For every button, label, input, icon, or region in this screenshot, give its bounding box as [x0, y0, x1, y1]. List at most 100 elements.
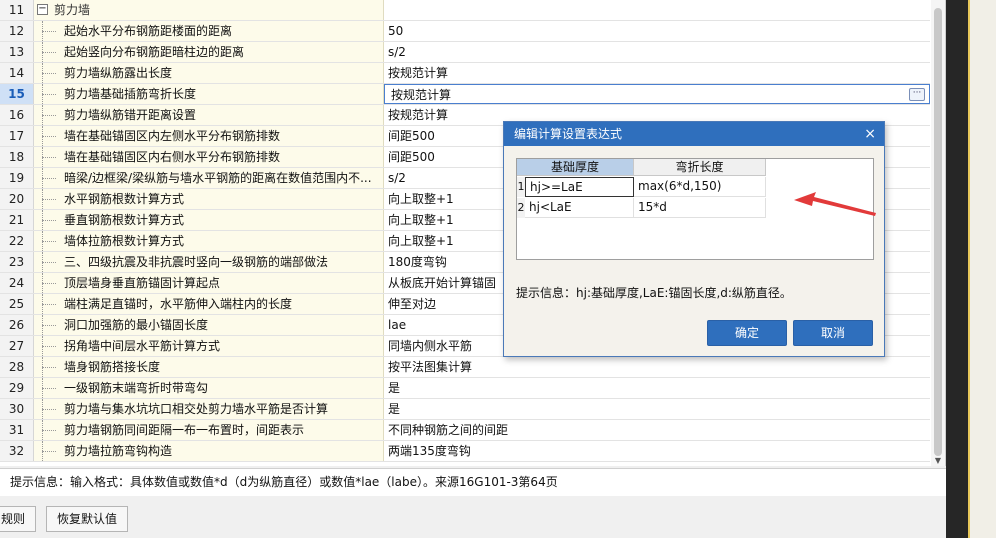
bend-cell[interactable]: 15*d	[634, 198, 766, 218]
setting-value-cell[interactable]: 按规范计算	[384, 63, 930, 83]
setting-value: lae	[388, 318, 407, 332]
setting-name: 三、四级抗震及非抗震时竖向一级钢筋的端部做法	[64, 255, 329, 269]
setting-name-cell: 剪力墙纵筋露出长度	[34, 63, 384, 83]
bend-cell[interactable]: max(6*d,150)	[634, 177, 766, 197]
setting-value: s/2	[388, 45, 406, 59]
tree-line	[42, 115, 56, 116]
dialog-title: 编辑计算设置表达式	[514, 127, 623, 141]
tree-line	[42, 409, 56, 410]
table-row[interactable]: 28 墙身钢筋搭接长度 按平法图集计算	[0, 357, 930, 378]
setting-name: 水平钢筋根数计算方式	[64, 192, 185, 206]
setting-name-cell: 一级钢筋末端弯折时带弯勾	[34, 378, 384, 398]
row-number: 12	[0, 21, 34, 41]
restore-default-button[interactable]: 恢复默认值	[46, 506, 129, 532]
setting-value-cell[interactable]: 是	[384, 399, 930, 419]
setting-name-cell: 顶层墙身垂直筋锚固计算起点	[34, 273, 384, 293]
ok-button[interactable]: 确定	[707, 320, 787, 346]
setting-value: 按规范计算	[388, 108, 449, 122]
right-dark-strip	[946, 0, 970, 538]
setting-name-cell: 墙体拉筋根数计算方式	[34, 231, 384, 251]
table-row[interactable]: 12 起始水平分布钢筋距楼面的距离 50	[0, 21, 930, 42]
row-number: 16	[0, 105, 34, 125]
setting-value-cell[interactable]: s/2	[384, 42, 930, 62]
setting-name: 剪力墙基础插筋弯折长度	[64, 87, 197, 101]
tree-line	[42, 178, 56, 179]
ellipsis-icon[interactable]: ···	[909, 88, 925, 101]
setting-name: 一级钢筋末端弯折时带弯勾	[64, 381, 209, 395]
table-row[interactable]: 31 剪力墙钢筋同间距隔一布一布置时，间距表示 不同种钢筋之间的间距	[0, 420, 930, 441]
column-header-bend[interactable]: 弯折长度	[634, 159, 766, 176]
setting-name-cell: 墙在基础锚固区内右侧水平分布钢筋排数	[34, 147, 384, 167]
row-number: 14	[0, 63, 34, 83]
setting-name-cell: 起始水平分布钢筋距楼面的距离	[34, 21, 384, 41]
setting-name-cell: 剪力墙基础插筋弯折长度	[34, 84, 384, 104]
thickness-cell[interactable]: hj<LaE	[525, 198, 634, 218]
setting-value-cell[interactable]: 两端135度弯钩	[384, 441, 930, 461]
close-icon[interactable]: ×	[864, 122, 876, 146]
setting-value: 按规范计算	[391, 88, 452, 102]
table-row[interactable]: 30 剪力墙与集水坑坑口相交处剪力墙水平筋是否计算 是	[0, 399, 930, 420]
setting-value-cell[interactable]: 按规范计算 ···	[384, 84, 930, 104]
column-header-thickness[interactable]: 基础厚度	[517, 159, 634, 176]
setting-value-cell[interactable]: 不同种钢筋之间的间距	[384, 420, 930, 440]
row-number: 23	[0, 252, 34, 272]
setting-value: 间距500	[388, 150, 435, 164]
setting-name-cell: 三、四级抗震及非抗震时竖向一级钢筋的端部做法	[34, 252, 384, 272]
setting-name-cell: 剪力墙纵筋错开距离设置	[34, 105, 384, 125]
setting-name-cell: 剪力墙与集水坑坑口相交处剪力墙水平筋是否计算	[34, 399, 384, 419]
setting-value: 向上取整+1	[388, 192, 454, 206]
setting-name: 暗梁/边框梁/梁纵筋与墙水平钢筋的距离在数值范围内不...	[64, 171, 372, 185]
setting-value-cell[interactable]: 50	[384, 21, 930, 41]
setting-name: 剪力墙拉筋弯钩构造	[64, 444, 173, 458]
tree-line	[42, 31, 56, 32]
entry-number: 1	[517, 177, 525, 197]
arrow-shape	[794, 192, 876, 216]
table-row[interactable]: 29 一级钢筋末端弯折时带弯勾 是	[0, 378, 930, 399]
row-number: 11	[0, 0, 34, 20]
cancel-button[interactable]: 取消	[793, 320, 873, 346]
setting-value: 50	[388, 24, 404, 38]
right-edge-panel	[970, 0, 996, 538]
row-number: 32	[0, 441, 34, 461]
setting-name: 洞口加强筋的最小锚固长度	[64, 318, 209, 332]
setting-value-cell[interactable]: 是	[384, 378, 930, 398]
thickness-cell[interactable]: hj>=LaE	[525, 177, 634, 197]
setting-value: 间距500	[388, 129, 435, 143]
group-row-shear-wall[interactable]: 11 − 剪力墙	[0, 0, 930, 21]
minus-box-icon[interactable]: −	[37, 4, 48, 15]
setting-value: 两端135度弯钩	[388, 444, 471, 458]
tree-line	[42, 304, 56, 305]
setting-value: s/2	[388, 171, 406, 185]
row-number: 26	[0, 315, 34, 335]
tree-line	[42, 346, 56, 347]
row-number: 27	[0, 336, 34, 356]
entry-number: 2	[517, 198, 525, 218]
setting-name: 垂直钢筋根数计算方式	[64, 213, 185, 227]
dialog-titlebar: 编辑计算设置表达式 ×	[504, 122, 884, 146]
setting-value: 是	[388, 381, 401, 395]
row-number: 31	[0, 420, 34, 440]
rules-button[interactable]: 规则	[0, 506, 37, 532]
tree-line	[42, 199, 56, 200]
scrollbar-thumb[interactable]	[934, 8, 942, 456]
row-number: 25	[0, 294, 34, 314]
row-number: 19	[0, 168, 34, 188]
tree-line	[42, 52, 56, 53]
setting-name-cell: 水平钢筋根数计算方式	[34, 189, 384, 209]
tree-line	[42, 94, 56, 95]
row-number: 20	[0, 189, 34, 209]
table-row[interactable]: 14 剪力墙纵筋露出长度 按规范计算	[0, 63, 930, 84]
scroll-down-icon[interactable]: ▼	[932, 456, 944, 466]
row-number: 24	[0, 273, 34, 293]
tree-line	[42, 136, 56, 137]
setting-value-cell[interactable]: 按平法图集计算	[384, 357, 930, 377]
table-row[interactable]: 32 剪力墙拉筋弯钩构造 两端135度弯钩	[0, 441, 930, 462]
tree-line	[42, 157, 56, 158]
table-row[interactable]: 13 起始竖向分布钢筋距暗柱边的距离 s/2	[0, 42, 930, 63]
table-row[interactable]: 15 剪力墙基础插筋弯折长度 按规范计算 ···	[0, 84, 930, 105]
tree-line	[42, 283, 56, 284]
hint-bar: 提示信息：输入格式：具体数值或数值*d（d为纵筋直径）或数值*lae（labe）…	[0, 468, 946, 496]
setting-value: 从板底开始计算锚固	[388, 276, 497, 290]
red-arrow-annotation	[794, 192, 876, 216]
row-number: 15	[0, 84, 34, 104]
